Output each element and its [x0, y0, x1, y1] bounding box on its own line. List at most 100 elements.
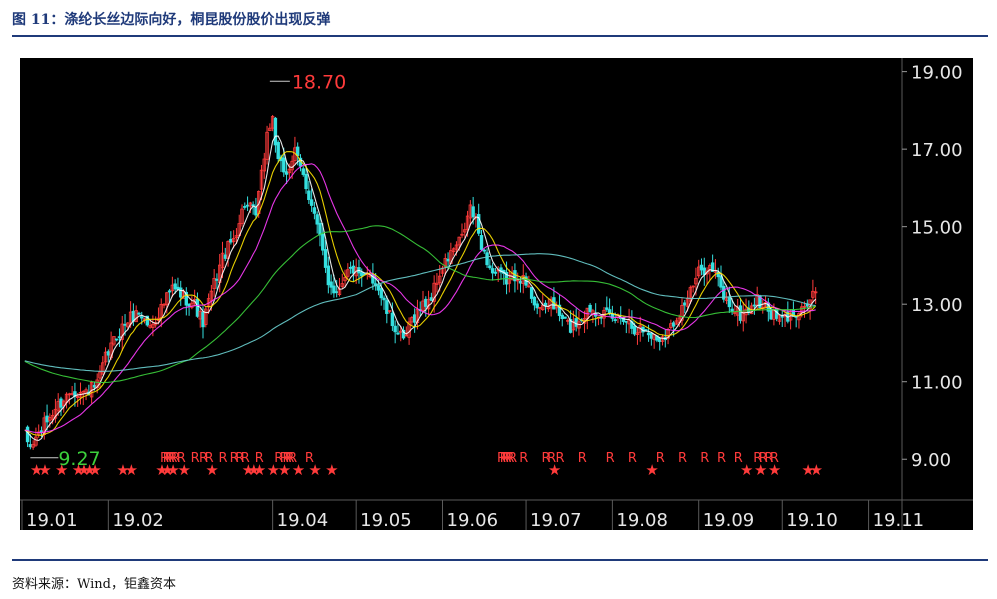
candle-body [683, 302, 687, 306]
r-signal-marker: R [656, 451, 665, 466]
candle-body [379, 288, 383, 299]
candle-body [123, 323, 127, 326]
r-signal-marker: R [628, 451, 637, 466]
r-signal-marker: R [508, 451, 517, 466]
candle-body [92, 384, 97, 388]
r-signal-marker: R [519, 451, 528, 466]
x-tick-label: 19.04 [277, 510, 329, 530]
star-signal-marker: ★ [38, 461, 51, 479]
candle-body [738, 305, 743, 321]
candle-body [284, 171, 289, 175]
candle-body [605, 307, 609, 310]
r-signal-marker: R [255, 451, 264, 466]
candle-body [140, 316, 144, 319]
x-tick-label: 19.06 [447, 510, 499, 530]
candle-body [176, 286, 180, 290]
candle-body [295, 146, 300, 156]
candle-body [167, 290, 172, 293]
candle-body [535, 303, 539, 309]
x-tick-label: 19.08 [616, 510, 668, 530]
star-signal-marker: ★ [88, 461, 101, 479]
candle-body [780, 315, 784, 318]
r-signal-marker: R [177, 451, 186, 466]
figure-title: 图 11：涤纶长丝边际向好，桐昆股份股价出现反弹 [12, 12, 331, 28]
x-tick-label: 19.10 [786, 510, 838, 530]
candle-body [769, 308, 773, 320]
candle-body [318, 222, 322, 236]
x-tick-label: 19.07 [530, 510, 582, 530]
stock-chart: 19.00 17.00 15.00 13.00 11.00 9.00 19.01 19.02 1… [20, 58, 973, 530]
candle-body [479, 235, 484, 250]
candle-body [137, 312, 141, 315]
candle-body [607, 309, 612, 314]
star-signal-marker: ★ [810, 461, 823, 479]
candle-body [424, 298, 428, 307]
star-signal-marker: ★ [125, 461, 138, 479]
r-signal-marker: R [678, 451, 687, 466]
candle-body [649, 332, 654, 339]
r-signal-marker: R [606, 451, 615, 466]
source-note: 资料来源：Wind，钜鑫资本 [12, 577, 176, 592]
r-signal-marker: R [205, 451, 214, 466]
r-signal-marker: R [555, 451, 564, 466]
candle-body [106, 351, 111, 356]
candle-body [588, 304, 592, 313]
moving-average-line [24, 135, 817, 441]
candle-body [173, 283, 177, 290]
candle-body [276, 142, 280, 159]
r-signal-marker: R [241, 451, 250, 466]
candle-body [329, 281, 333, 288]
candle-body [471, 206, 475, 218]
candle-body [385, 300, 389, 314]
candle-body [254, 206, 258, 216]
candle-body [273, 117, 278, 146]
bottom-divider [12, 559, 988, 561]
star-signal-marker: ★ [55, 461, 68, 479]
high-price-label: 18.70 [292, 71, 346, 93]
r-signal-marker: R [219, 451, 228, 466]
candle-body [348, 266, 353, 269]
r-signal-marker: R [734, 451, 743, 466]
candle-body [624, 320, 629, 323]
x-tick-label: 19.01 [26, 510, 78, 530]
candle-body [563, 316, 567, 319]
candle-body [195, 298, 200, 317]
candle-body [301, 168, 305, 175]
candle-body [390, 312, 395, 327]
candle-body [518, 280, 523, 284]
candle-body [28, 444, 33, 448]
y-tick-label: 15.00 [911, 218, 963, 239]
candle-body [223, 254, 227, 259]
candle-body [243, 206, 247, 208]
r-signal-marker: R [288, 451, 297, 466]
x-tick-label: 19.09 [703, 510, 755, 530]
moving-average-line [24, 151, 817, 436]
top-divider [12, 35, 988, 37]
candle-body [332, 285, 336, 294]
r-signal-marker: R [770, 451, 779, 466]
candle-body [201, 311, 205, 328]
candle-body [307, 190, 311, 201]
star-signal-marker: ★ [325, 461, 338, 479]
r-signal-marker: R [700, 451, 709, 466]
candle-body [490, 268, 495, 274]
r-signal-marker: R [578, 451, 587, 466]
r-signal-marker: R [305, 451, 314, 466]
candle-body [671, 322, 676, 327]
candle-body [315, 214, 319, 225]
y-tick-label: 11.00 [911, 373, 963, 394]
x-tick-label: 19.02 [112, 510, 164, 530]
candle-body [493, 271, 498, 274]
x-tick-label: 19.05 [360, 510, 412, 530]
y-tick-label: 13.00 [911, 295, 963, 316]
candle-body [326, 265, 331, 286]
candle-body [59, 398, 63, 408]
y-tick-label: 9.00 [911, 450, 951, 471]
candle-body [730, 308, 734, 312]
candle-body [560, 314, 564, 319]
candle-body [396, 332, 400, 335]
candle-body [446, 258, 450, 262]
candle-body [529, 287, 534, 299]
candle-body [360, 272, 364, 277]
candle-body [752, 304, 757, 307]
